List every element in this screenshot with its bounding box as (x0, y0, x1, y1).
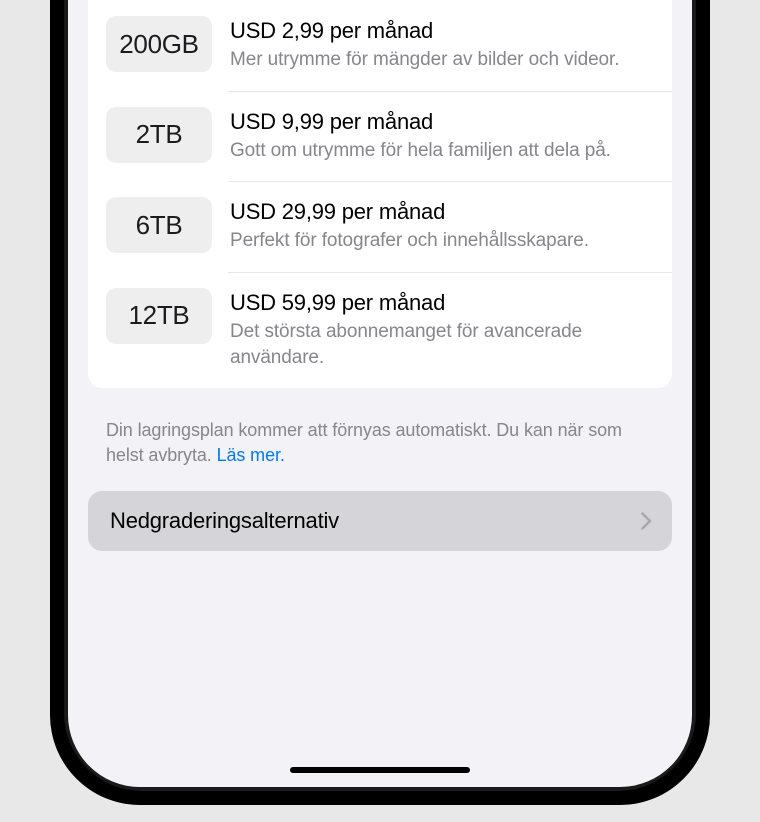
home-indicator[interactable] (290, 767, 470, 773)
plan-description: Det största abonnemanget för avancerade … (230, 319, 654, 370)
plan-row-12tb[interactable]: 12TB USD 59,99 per månad Det största abo… (88, 272, 672, 388)
plan-price: USD 59,99 per månad (230, 290, 654, 316)
phone-inner: 200GB USD 2,99 per månad Mer utrymme för… (64, 0, 696, 791)
plan-row-2tb[interactable]: 2TB USD 9,99 per månad Gott om utrymme f… (88, 91, 672, 182)
renewal-notice: Din lagringsplan kommer att förnyas auto… (106, 418, 654, 468)
plan-price: USD 9,99 per månad (230, 109, 654, 135)
plan-details: USD 59,99 per månad Det största abonnema… (230, 288, 654, 370)
plan-details: USD 9,99 per månad Gott om utrymme för h… (230, 107, 654, 164)
plan-description: Perfekt för fotografer och innehållsskap… (230, 228, 654, 254)
size-badge: 200GB (106, 16, 212, 72)
screen: 200GB USD 2,99 per månad Mer utrymme för… (68, 0, 692, 787)
downgrade-label: Nedgraderingsalternativ (110, 508, 339, 534)
renewal-text: Din lagringsplan kommer att förnyas auto… (106, 420, 622, 465)
plan-details: USD 29,99 per månad Perfekt för fotograf… (230, 197, 654, 254)
size-badge: 6TB (106, 197, 212, 253)
chevron-right-icon (641, 512, 652, 530)
storage-plans-card: 200GB USD 2,99 per månad Mer utrymme för… (88, 0, 672, 388)
size-badge: 2TB (106, 107, 212, 163)
plan-description: Mer utrymme för mängder av bilder och vi… (230, 47, 654, 73)
plan-price: USD 2,99 per månad (230, 18, 654, 44)
downgrade-options-button[interactable]: Nedgraderingsalternativ (88, 491, 672, 551)
plan-row-200gb[interactable]: 200GB USD 2,99 per månad Mer utrymme för… (88, 0, 672, 91)
size-badge: 12TB (106, 288, 212, 344)
plan-description: Gott om utrymme för hela familjen att de… (230, 138, 654, 164)
phone-frame: 200GB USD 2,99 per månad Mer utrymme för… (50, 0, 710, 805)
learn-more-link[interactable]: Läs mer. (217, 445, 285, 465)
plan-row-6tb[interactable]: 6TB USD 29,99 per månad Perfekt för foto… (88, 181, 672, 272)
plan-price: USD 29,99 per månad (230, 199, 654, 225)
plan-details: USD 2,99 per månad Mer utrymme för mängd… (230, 16, 654, 73)
